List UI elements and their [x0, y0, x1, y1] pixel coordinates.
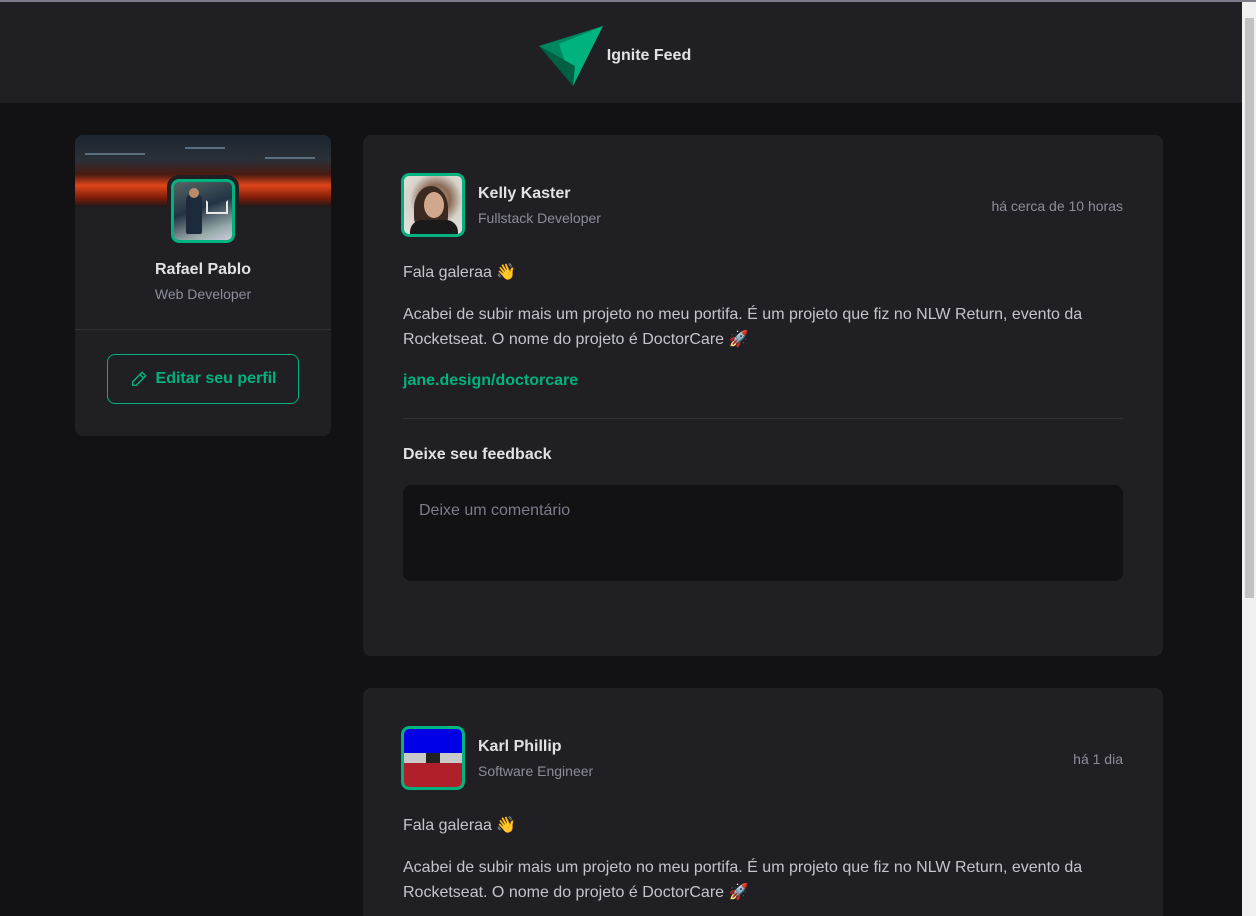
feedback-title: Deixe seu feedback — [403, 446, 552, 463]
vertical-scrollbar[interactable] — [1242, 2, 1256, 916]
profile-role: Web Developer — [154, 286, 252, 302]
divider — [75, 329, 331, 330]
comment-input[interactable] — [403, 485, 1123, 581]
avatar[interactable] — [397, 722, 469, 794]
author-name: Kelly Kaster — [478, 185, 571, 202]
author-role: Fullstack Developer — [478, 210, 601, 226]
divider — [403, 418, 1123, 419]
app-header: Ignite Feed — [0, 2, 1242, 103]
post: Kelly Kaster Fullstack Developer há cerc… — [363, 135, 1163, 656]
author-name: Karl Phillip — [478, 738, 562, 755]
profile-sidebar: Rafael Pablo Web Developer Editar seu pe… — [75, 135, 331, 436]
post-content: Acabei de subir mais um projeto no meu p… — [403, 306, 1083, 348]
edit-profile-button[interactable]: Editar seu perfil — [107, 354, 299, 404]
logo[interactable]: Ignite Feed — [538, 25, 692, 86]
post-timestamp: há 1 dia — [1073, 751, 1123, 767]
avatar[interactable] — [167, 175, 239, 247]
scrollbar-thumb[interactable] — [1245, 18, 1254, 598]
post-greeting: Fala galeraa 👋 — [403, 817, 517, 834]
post-link[interactable]: jane.design/doctorcare — [403, 372, 578, 390]
ignite-logo-icon — [538, 25, 603, 86]
profile-name: Rafael Pablo — [154, 261, 252, 278]
post-timestamp: há cerca de 10 horas — [991, 198, 1123, 214]
post: Karl Phillip Software Engineer há 1 dia … — [363, 688, 1163, 916]
avatar[interactable] — [397, 169, 469, 241]
app-name: Ignite Feed — [606, 46, 692, 64]
post-content: Acabei de subir mais um projeto no meu p… — [403, 859, 1083, 901]
pencil-icon — [131, 371, 147, 387]
edit-profile-label: Editar seu perfil — [155, 370, 277, 387]
post-greeting: Fala galeraa 👋 — [403, 264, 517, 281]
author-role: Software Engineer — [478, 763, 594, 779]
